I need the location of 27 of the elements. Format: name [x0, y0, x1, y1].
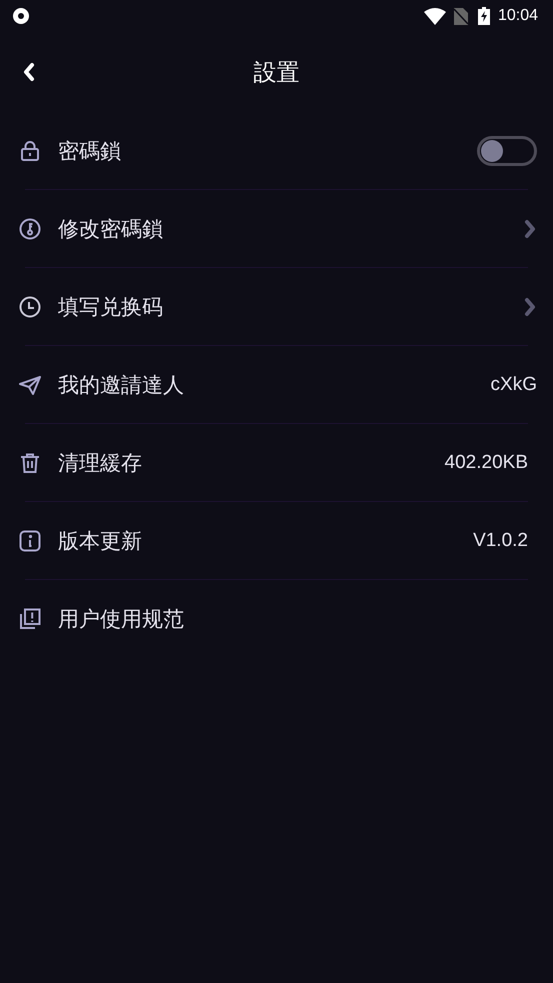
setting-value: V1.0.2 [473, 530, 528, 552]
setting-value: 402.20KB [444, 452, 528, 474]
toggle-switch[interactable] [477, 136, 537, 166]
lock-icon [19, 140, 41, 162]
setting-value: cXkG [490, 374, 537, 396]
setting-label[interactable]: 我的邀請達人 [58, 370, 491, 398]
no-sim-icon [454, 8, 468, 24]
setting-label[interactable]: 清理緩存 [58, 448, 445, 476]
setting-label[interactable]: 密碼鎖 [58, 136, 477, 164]
chevron-right-icon[interactable] [523, 296, 537, 318]
status-time: 10:04 [498, 7, 538, 25]
info-icon [19, 530, 41, 552]
wifi-icon [424, 8, 446, 24]
key-icon [19, 218, 41, 240]
app-notification-icon [13, 8, 29, 24]
page-title: 設置 [254, 58, 300, 88]
document-alert-icon [19, 608, 41, 630]
setting-label[interactable]: 填写兑换码 [58, 292, 523, 320]
chevron-right-icon[interactable] [523, 218, 537, 240]
trash-icon [19, 452, 41, 474]
battery-charging-icon [478, 7, 490, 25]
clock-icon [19, 296, 41, 318]
setting-label[interactable]: 用户使用规范 [58, 604, 528, 632]
setting-label[interactable]: 版本更新 [58, 526, 474, 554]
back-icon [22, 62, 36, 82]
paper-plane-icon [18, 374, 42, 396]
setting-label[interactable]: 修改密碼鎖 [58, 214, 523, 242]
